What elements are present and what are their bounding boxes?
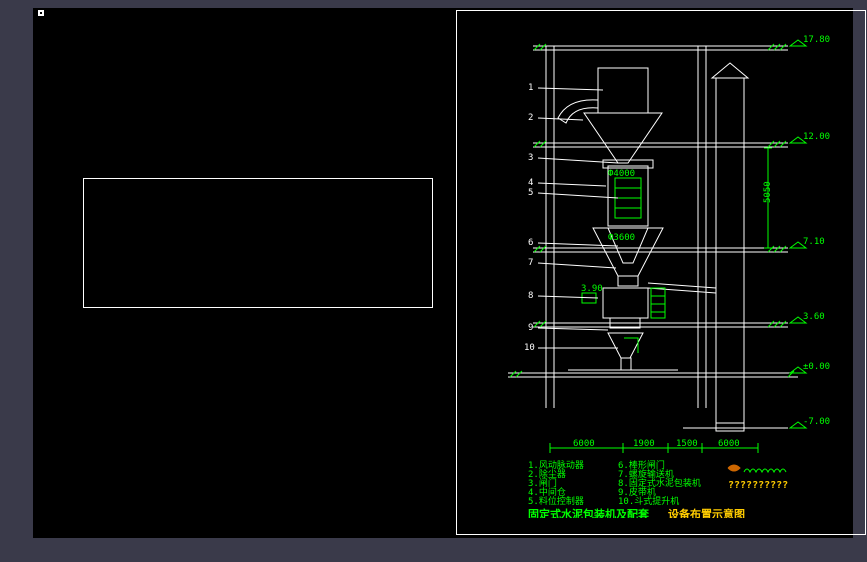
elev-3: 7.10 xyxy=(803,237,825,247)
left-panel-rect xyxy=(83,178,433,308)
dim-d3: 1500 xyxy=(676,439,698,449)
dim-d4: 6000 xyxy=(718,439,740,449)
elev-5: ±0.00 xyxy=(803,362,830,372)
drawing-title-green: 固定式水泥包装机及配套 xyxy=(528,507,650,518)
dim-d1: 6000 xyxy=(573,439,595,449)
legend-10: 10.斗式提升机 xyxy=(618,495,679,507)
dim-h3: 3.90 xyxy=(581,284,603,294)
elev-1: 17.80 xyxy=(803,35,830,45)
callout-7: 7 xyxy=(528,258,533,268)
legend-5: 5.料位控制器 xyxy=(528,495,584,507)
callout-2: 2 xyxy=(528,113,533,123)
dim-d2: 1900 xyxy=(633,439,655,449)
callout-6: 6 xyxy=(528,238,533,248)
drawing-title-yellow: 设备布置示意图 xyxy=(668,507,745,518)
elev-4: 3.60 xyxy=(803,312,825,322)
callout-5: 5 xyxy=(528,188,533,198)
callout-3: 3 xyxy=(528,153,533,163)
callout-leaders xyxy=(538,88,618,348)
drawing-content: 1 2 3 4 5 6 7 8 9 10 17.80 12.00 7.10 3.… xyxy=(468,28,852,518)
stamp-text: ?????????? xyxy=(728,480,788,491)
elev-2: 12.00 xyxy=(803,132,830,142)
floor-slabs xyxy=(508,46,798,428)
origin-marker xyxy=(38,10,44,16)
callout-9: 9 xyxy=(528,323,533,333)
stamp-icon xyxy=(728,465,786,472)
callout-8: 8 xyxy=(528,291,533,301)
callout-1: 1 xyxy=(528,83,533,93)
legend: 1.风动脉动器 2.除尘器 3.闸门 4.中间仓 5.料位控制器 6.棒形闸门 … xyxy=(528,459,701,507)
callout-10: 10 xyxy=(524,343,535,353)
elev-6: -7.00 xyxy=(803,417,830,427)
cad-viewport[interactable]: 1 2 3 4 5 6 7 8 9 10 17.80 12.00 7.10 3.… xyxy=(33,8,853,538)
dim-h1: Ф4000 xyxy=(608,169,635,179)
callout-4: 4 xyxy=(528,178,533,188)
equipment xyxy=(558,63,748,431)
dim-h2: Ф3600 xyxy=(608,233,635,243)
dim-dv: 5050 xyxy=(763,181,773,203)
